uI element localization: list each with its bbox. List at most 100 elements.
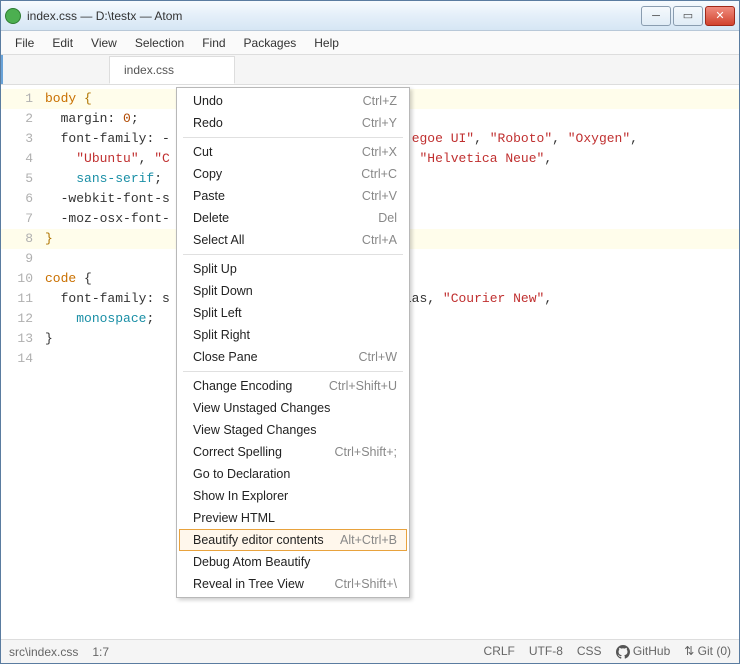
line-number: 8	[1, 229, 45, 249]
context-menu-label: Redo	[193, 116, 223, 130]
line-number: 2	[1, 109, 45, 129]
context-menu-label: Correct Spelling	[193, 445, 282, 459]
context-menu-label: Change Encoding	[193, 379, 292, 393]
context-menu-shortcut: Ctrl+X	[362, 145, 397, 159]
context-menu-shortcut: Alt+Ctrl+B	[340, 533, 397, 547]
menu-selection[interactable]: Selection	[127, 33, 192, 53]
status-github[interactable]: GitHub	[616, 644, 671, 659]
context-menu-item[interactable]: View Unstaged Changes	[179, 397, 407, 419]
context-menu-label: Copy	[193, 167, 222, 181]
context-menu-item[interactable]: Show In Explorer	[179, 485, 407, 507]
context-menu-label: Go to Declaration	[193, 467, 290, 481]
context-menu-label: Undo	[193, 94, 223, 108]
context-menu-item[interactable]: Correct Spelling Ctrl+Shift+;	[179, 441, 407, 463]
tabbar: index.css	[1, 55, 739, 85]
context-menu-item[interactable]: Close Pane Ctrl+W	[179, 346, 407, 368]
maximize-button[interactable]: ▭	[673, 6, 703, 26]
editor-area[interactable]: 1234567891011121314 body { margin: 0; fo…	[1, 85, 739, 639]
tab-spacer	[1, 55, 109, 84]
menu-help[interactable]: Help	[306, 33, 347, 53]
line-number: 1	[1, 89, 45, 109]
line-number: 11	[1, 289, 45, 309]
titlebar: index.css — D:\testx — Atom ─ ▭ ✕	[1, 1, 739, 31]
status-encoding[interactable]: UTF-8	[529, 644, 563, 658]
status-language[interactable]: CSS	[577, 644, 602, 658]
minimize-button[interactable]: ─	[641, 6, 671, 26]
context-menu-separator	[183, 371, 403, 372]
close-button[interactable]: ✕	[705, 6, 735, 26]
menu-view[interactable]: View	[83, 33, 125, 53]
context-menu-item[interactable]: Delete Del	[179, 207, 407, 229]
status-cursor-position[interactable]: 1:7	[92, 645, 109, 659]
context-menu-item[interactable]: Go to Declaration	[179, 463, 407, 485]
line-number: 9	[1, 249, 45, 269]
tab-label: index.css	[124, 63, 174, 77]
context-menu-shortcut: Ctrl+Z	[363, 94, 397, 108]
context-menu-shortcut: Ctrl+Shift+U	[329, 379, 397, 393]
context-menu-item[interactable]: Beautify editor contents Alt+Ctrl+B	[179, 529, 407, 551]
context-menu-item[interactable]: Undo Ctrl+Z	[179, 90, 407, 112]
menu-packages[interactable]: Packages	[236, 33, 305, 53]
context-menu-label: Preview HTML	[193, 511, 275, 525]
line-number: 4	[1, 149, 45, 169]
context-menu-item[interactable]: Redo Ctrl+Y	[179, 112, 407, 134]
context-menu-item[interactable]: Select All Ctrl+A	[179, 229, 407, 251]
menu-find[interactable]: Find	[194, 33, 233, 53]
context-menu-item[interactable]: Copy Ctrl+C	[179, 163, 407, 185]
context-menu-item[interactable]: Split Down	[179, 280, 407, 302]
context-menu-item[interactable]: Change Encoding Ctrl+Shift+U	[179, 375, 407, 397]
menu-edit[interactable]: Edit	[44, 33, 81, 53]
line-number: 6	[1, 189, 45, 209]
context-menu-item[interactable]: Split Left	[179, 302, 407, 324]
statusbar: src\index.css 1:7 CRLF UTF-8 CSS GitHub …	[1, 639, 739, 663]
window: index.css — D:\testx — Atom ─ ▭ ✕ File E…	[0, 0, 740, 664]
app-icon	[5, 8, 21, 24]
context-menu-shortcut: Ctrl+C	[361, 167, 397, 181]
context-menu-shortcut: Ctrl+W	[358, 350, 397, 364]
status-git[interactable]: Git (0)	[684, 644, 731, 658]
menubar: File Edit View Selection Find Packages H…	[1, 31, 739, 55]
window-controls: ─ ▭ ✕	[641, 6, 735, 26]
context-menu-shortcut: Ctrl+Shift+;	[334, 445, 397, 459]
context-menu-label: Cut	[193, 145, 212, 159]
gutter: 1234567891011121314	[1, 85, 45, 639]
context-menu-shortcut: Ctrl+A	[362, 233, 397, 247]
context-menu-item[interactable]: Split Right	[179, 324, 407, 346]
context-menu-separator	[183, 137, 403, 138]
context-menu-label: Split Up	[193, 262, 237, 276]
context-menu-label: Delete	[193, 211, 229, 225]
context-menu-item[interactable]: Debug Atom Beautify	[179, 551, 407, 573]
context-menu-label: Reveal in Tree View	[193, 577, 304, 591]
context-menu-label: View Staged Changes	[193, 423, 316, 437]
context-menu-shortcut: Ctrl+V	[362, 189, 397, 203]
context-menu-label: Select All	[193, 233, 244, 247]
context-menu-item[interactable]: Cut Ctrl+X	[179, 141, 407, 163]
status-eol[interactable]: CRLF	[484, 644, 515, 658]
context-menu-separator	[183, 254, 403, 255]
context-menu-label: Debug Atom Beautify	[193, 555, 310, 569]
context-menu-label: Split Right	[193, 328, 250, 342]
context-menu-shortcut: Ctrl+Y	[362, 116, 397, 130]
context-menu-item[interactable]: Paste Ctrl+V	[179, 185, 407, 207]
line-number: 12	[1, 309, 45, 329]
context-menu: Undo Ctrl+Z Redo Ctrl+Y Cut Ctrl+X Copy Ctrl+C P…	[176, 87, 410, 598]
line-number: 5	[1, 169, 45, 189]
line-number: 3	[1, 129, 45, 149]
line-number: 7	[1, 209, 45, 229]
context-menu-label: Beautify editor contents	[193, 533, 324, 547]
context-menu-label: Paste	[193, 189, 225, 203]
menu-file[interactable]: File	[7, 33, 42, 53]
line-number: 10	[1, 269, 45, 289]
context-menu-item[interactable]: Preview HTML	[179, 507, 407, 529]
context-menu-item[interactable]: Reveal in Tree ViewCtrl+Shift+\	[179, 573, 407, 595]
context-menu-label: Close Pane	[193, 350, 258, 364]
context-menu-label: Split Left	[193, 306, 242, 320]
context-menu-shortcut: Del	[378, 211, 397, 225]
status-path[interactable]: src\index.css	[9, 645, 78, 659]
tab-active[interactable]: index.css	[109, 56, 235, 84]
context-menu-item[interactable]: View Staged Changes	[179, 419, 407, 441]
context-menu-label: Show In Explorer	[193, 489, 288, 503]
line-number: 13	[1, 329, 45, 349]
github-icon	[616, 645, 630, 659]
context-menu-item[interactable]: Split Up	[179, 258, 407, 280]
